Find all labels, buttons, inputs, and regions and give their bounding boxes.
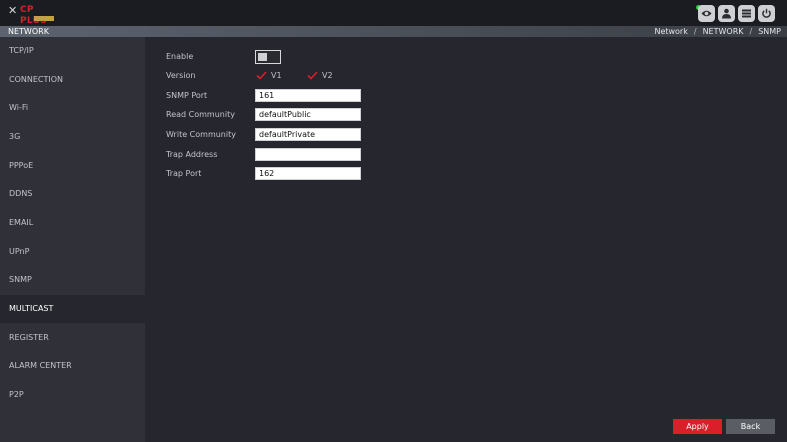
sidebar-item-connection[interactable]: CONNECTION (0, 66, 145, 94)
account-button[interactable] (718, 5, 735, 22)
sidebar-item-snmp[interactable]: SNMP (0, 266, 145, 294)
checkbox-icon[interactable] (307, 70, 318, 81)
enable-toggle[interactable] (255, 50, 281, 64)
enable-label: Enable (166, 52, 194, 61)
power-button[interactable] (758, 5, 775, 22)
trap-address-label: Trap Address (166, 150, 218, 159)
apply-button[interactable]: Apply (673, 419, 722, 434)
breadcrumb: Network / NETWORK / SNMP (654, 26, 781, 37)
sidebar-item-ddns[interactable]: DDNS (0, 180, 145, 208)
top-bar: ✕ CP PLUS (0, 0, 787, 26)
eye-icon (701, 10, 712, 17)
trap-address-input[interactable] (255, 148, 361, 161)
logo-mark: ✕ (8, 4, 18, 17)
version-label: Version (166, 71, 196, 80)
snmp-port-input[interactable] (255, 89, 361, 102)
toggle-knob (258, 53, 267, 61)
sidebar-item-register[interactable]: REGISTER (0, 324, 145, 352)
back-button[interactable]: Back (726, 419, 775, 434)
breadcrumb-separator: / (693, 27, 697, 36)
title-bar: NETWORK Network / NETWORK / SNMP (0, 26, 787, 37)
version-v1-label: V1 (271, 71, 282, 80)
sidebar-item-p2p[interactable]: P2P (0, 381, 145, 409)
sidebar-item-email[interactable]: EMAIL (0, 209, 145, 237)
trap-port-input[interactable] (255, 167, 361, 180)
sidebar-item-pppoe[interactable]: PPPoE (0, 152, 145, 180)
live-view-button[interactable] (698, 5, 715, 22)
user-icon (722, 8, 731, 19)
sidebar-item-wifi[interactable]: Wi-Fi (0, 94, 145, 122)
read-community-label: Read Community (166, 110, 235, 119)
power-icon (762, 8, 771, 18)
brand-logo: ✕ CP PLUS (8, 4, 60, 26)
breadcrumb-separator: / (749, 27, 753, 36)
page-title: NETWORK (8, 27, 49, 36)
app-window: ✕ CP PLUS NETWORK Network / NETWORK / SN… (0, 0, 787, 442)
snmp-port-label: SNMP Port (166, 91, 208, 100)
sidebar-item-multicast[interactable]: MULTICAST (0, 295, 145, 323)
sidebar-item-upnp[interactable]: UPnP (0, 238, 145, 266)
sidebar-item-3g[interactable]: 3G (0, 123, 145, 151)
sidebar: TCP/IP CONNECTION Wi-Fi 3G PPPoE DDNS EM… (0, 37, 145, 442)
breadcrumb-item[interactable]: Network (654, 27, 687, 36)
sidebar-item-tcpip[interactable]: TCP/IP (0, 37, 145, 65)
write-community-label: Write Community (166, 130, 236, 139)
trap-port-label: Trap Port (166, 169, 202, 178)
breadcrumb-item[interactable]: NETWORK (703, 27, 744, 36)
breadcrumb-item: SNMP (758, 27, 781, 36)
write-community-input[interactable] (255, 128, 361, 141)
read-community-input[interactable] (255, 108, 361, 121)
logo-badge (34, 16, 54, 21)
main-menu-button[interactable] (738, 5, 755, 22)
sidebar-item-alarm-center[interactable]: ALARM CENTER (0, 352, 145, 380)
menu-icon (742, 9, 751, 18)
checkbox-icon[interactable] (256, 70, 267, 81)
version-v2-label: V2 (322, 71, 333, 80)
